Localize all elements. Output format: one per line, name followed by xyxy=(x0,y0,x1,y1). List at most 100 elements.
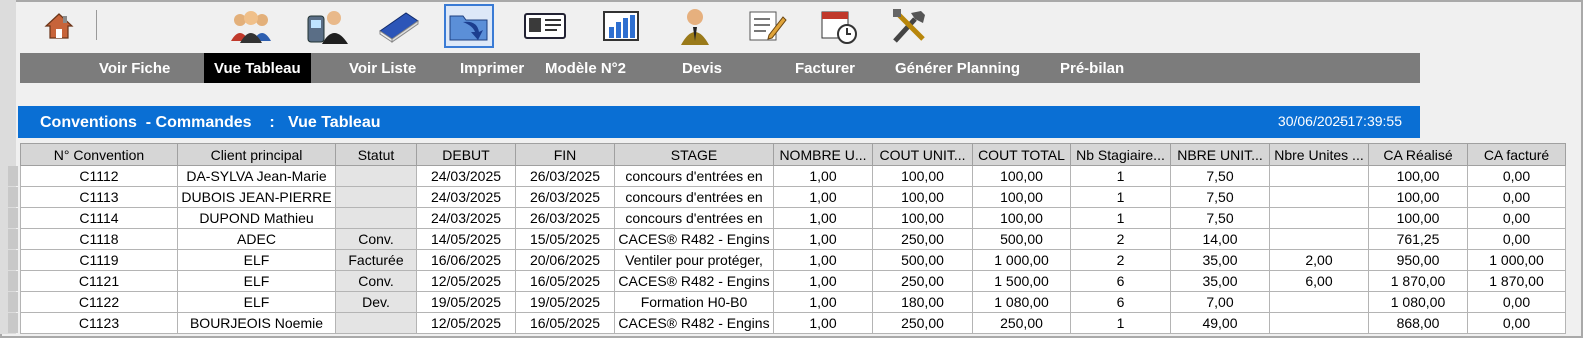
col-stage-cell: concours d'entrées en xyxy=(614,165,774,187)
col-nombre-u-cell: 1,00 xyxy=(773,165,873,187)
col-nbre-unit-cell: 7,50 xyxy=(1170,186,1270,208)
col-ca-realise-cell: 100,00 xyxy=(1368,186,1468,208)
col-nombre-u-header[interactable]: NOMBRE U... xyxy=(773,143,873,166)
col-nbre-unites-cell: 2,00 xyxy=(1269,249,1369,271)
toolbar-separator xyxy=(96,10,97,40)
row-selector[interactable] xyxy=(8,271,18,291)
col-stage-header[interactable]: STAGE xyxy=(614,143,774,166)
col-debut-cell: 12/05/2025 xyxy=(416,312,516,334)
col-nbre-unites-cell xyxy=(1269,165,1369,187)
menu-devis[interactable]: Devis xyxy=(682,53,722,83)
id-card-icon[interactable] xyxy=(520,4,570,48)
table-row[interactable]: C1122 ELF Dev. 19/05/2025 19/05/2025 Formatio… xyxy=(20,291,1566,313)
col-stage-cell: Formation H0-B0 xyxy=(614,291,774,313)
user-phone-icon[interactable] xyxy=(302,4,352,48)
col-ca-facture-header[interactable]: CA facturé xyxy=(1467,143,1566,166)
users-icon[interactable] xyxy=(226,4,276,48)
col-cout-total-cell: 250,00 xyxy=(972,312,1071,334)
col-cout-total-header[interactable]: COUT TOTAL xyxy=(972,143,1071,166)
row-selector[interactable] xyxy=(8,187,18,207)
folder-arrow-icon[interactable] xyxy=(444,4,494,48)
col-ca-facture-cell: 0,00 xyxy=(1467,165,1566,187)
row-selector[interactable] xyxy=(8,292,18,312)
col-nbre-unit-cell: 35,00 xyxy=(1170,249,1270,271)
table-row[interactable]: C1113 DUBOIS JEAN-PIERRE 24/03/2025 26/03/2… xyxy=(20,186,1566,208)
col-fin-cell: 16/05/2025 xyxy=(515,312,615,334)
col-nbre-unites-cell xyxy=(1269,291,1369,313)
bar-chart-icon[interactable] xyxy=(596,4,646,48)
row-selector[interactable] xyxy=(8,313,18,333)
col-nbre-unites-cell xyxy=(1269,207,1369,229)
table-row[interactable]: C1123 BOURJEOIS Noemie 12/05/2025 16/05/202… xyxy=(20,312,1566,334)
col-debut-header[interactable]: DEBUT xyxy=(416,143,516,166)
col-nb-stagiaires-cell: 1 xyxy=(1070,207,1171,229)
menu-vue-tableau[interactable]: Vue Tableau xyxy=(204,53,311,83)
col-stage-cell: CACES® R482 - Engins xyxy=(614,228,774,250)
menu-modele[interactable]: Modèle N°2 xyxy=(545,53,626,83)
col-client-cell: DA-SYLVA Jean-Marie xyxy=(177,165,336,187)
col-nbre-unites-cell xyxy=(1269,228,1369,250)
col-client-header[interactable]: Client principal xyxy=(177,143,336,166)
col-nbre-unites-header[interactable]: Nbre Unites ... xyxy=(1269,143,1369,166)
table-row[interactable]: C1121 ELF Conv. 12/05/2025 16/05/2025 CACES® … xyxy=(20,270,1566,292)
col-fin-header[interactable]: FIN xyxy=(515,143,615,166)
menu-imprimer[interactable]: Imprimer xyxy=(460,53,524,83)
current-time: - 17:39:55 xyxy=(1338,113,1402,129)
menu-voir-fiche[interactable]: Voir Fiche xyxy=(99,53,170,83)
col-ca-realise-cell: 100,00 xyxy=(1368,165,1468,187)
col-nbre-unit-cell: 14,00 xyxy=(1170,228,1270,250)
book-icon[interactable] xyxy=(374,4,424,48)
home-icon[interactable] xyxy=(34,4,84,48)
menu-voir-liste[interactable]: Voir Liste xyxy=(349,53,416,83)
row-selector[interactable] xyxy=(8,229,18,249)
col-ca-realise-cell: 868,00 xyxy=(1368,312,1468,334)
row-selector[interactable] xyxy=(8,166,18,186)
col-statut-cell: Facturée xyxy=(335,249,417,271)
table-row[interactable]: C1118 ADEC Conv. 14/05/2025 15/05/2025 CACES®… xyxy=(20,228,1566,250)
col-stage-cell: CACES® R482 - Engins xyxy=(614,312,774,334)
menu-generer-planning[interactable]: Générer Planning xyxy=(895,53,1020,83)
col-numero-header[interactable]: N° Convention xyxy=(20,143,178,166)
col-ca-facture-cell: 0,00 xyxy=(1467,207,1566,229)
col-cout-unit-header[interactable]: COUT UNIT... xyxy=(872,143,973,166)
col-nb-stagiaires-header[interactable]: Nb Stagiaire... xyxy=(1070,143,1171,166)
col-debut-cell: 24/03/2025 xyxy=(416,207,516,229)
col-ca-facture-cell: 1 000,00 xyxy=(1467,249,1566,271)
col-fin-cell: 16/05/2025 xyxy=(515,270,615,292)
col-numero-cell: C1113 xyxy=(20,186,178,208)
row-selector[interactable] xyxy=(8,250,18,270)
col-ca-realise-cell: 1 080,00 xyxy=(1368,291,1468,313)
col-ca-realise-cell: 1 870,00 xyxy=(1368,270,1468,292)
col-nb-stagiaires-cell: 6 xyxy=(1070,270,1171,292)
table-row[interactable]: C1114 DUPOND Mathieu 24/03/2025 26/03/2025 c… xyxy=(20,207,1566,229)
col-statut-header[interactable]: Statut xyxy=(335,143,417,166)
calendar-clock-icon[interactable] xyxy=(814,4,864,48)
col-numero-cell: C1118 xyxy=(20,228,178,250)
menu-facturer[interactable]: Facturer xyxy=(795,53,855,83)
person-icon[interactable] xyxy=(670,4,720,48)
table-row[interactable]: C1119 ELF Facturée 16/06/2025 20/06/2025 Vent… xyxy=(20,249,1566,271)
col-statut-cell xyxy=(335,312,417,334)
col-ca-facture-cell: 0,00 xyxy=(1467,228,1566,250)
row-selector[interactable] xyxy=(8,208,18,228)
col-nb-stagiaires-cell: 6 xyxy=(1070,291,1171,313)
tools-icon[interactable] xyxy=(884,4,934,48)
col-nb-stagiaires-cell: 1 xyxy=(1070,186,1171,208)
col-nb-stagiaires-cell: 2 xyxy=(1070,228,1171,250)
edit-form-icon[interactable] xyxy=(742,4,792,48)
menu-pre-bilan[interactable]: Pré-bilan xyxy=(1060,53,1124,83)
col-nombre-u-cell: 1,00 xyxy=(773,207,873,229)
page-title: Conventions - Commandes : Vue Tableau xyxy=(40,114,381,131)
col-nombre-u-cell: 1,00 xyxy=(773,249,873,271)
col-cout-unit-cell: 500,00 xyxy=(872,249,973,271)
col-ca-realise-header[interactable]: CA Réalisé xyxy=(1368,143,1468,166)
title-bar: Conventions - Commandes : Vue Tableau 30… xyxy=(18,106,1420,138)
current-date: 30/06/2025 xyxy=(1277,113,1348,129)
col-nbre-unites-cell: 6,00 xyxy=(1269,270,1369,292)
table-row[interactable]: C1112 DA-SYLVA Jean-Marie 24/03/2025 26/03/… xyxy=(20,165,1566,187)
col-cout-total-cell: 1 000,00 xyxy=(972,249,1071,271)
col-nbre-unit-header[interactable]: NBRE UNIT... xyxy=(1170,143,1270,166)
col-stage-cell: CACES® R482 - Engins xyxy=(614,270,774,292)
col-nombre-u-cell: 1,00 xyxy=(773,228,873,250)
col-debut-cell: 24/03/2025 xyxy=(416,165,516,187)
